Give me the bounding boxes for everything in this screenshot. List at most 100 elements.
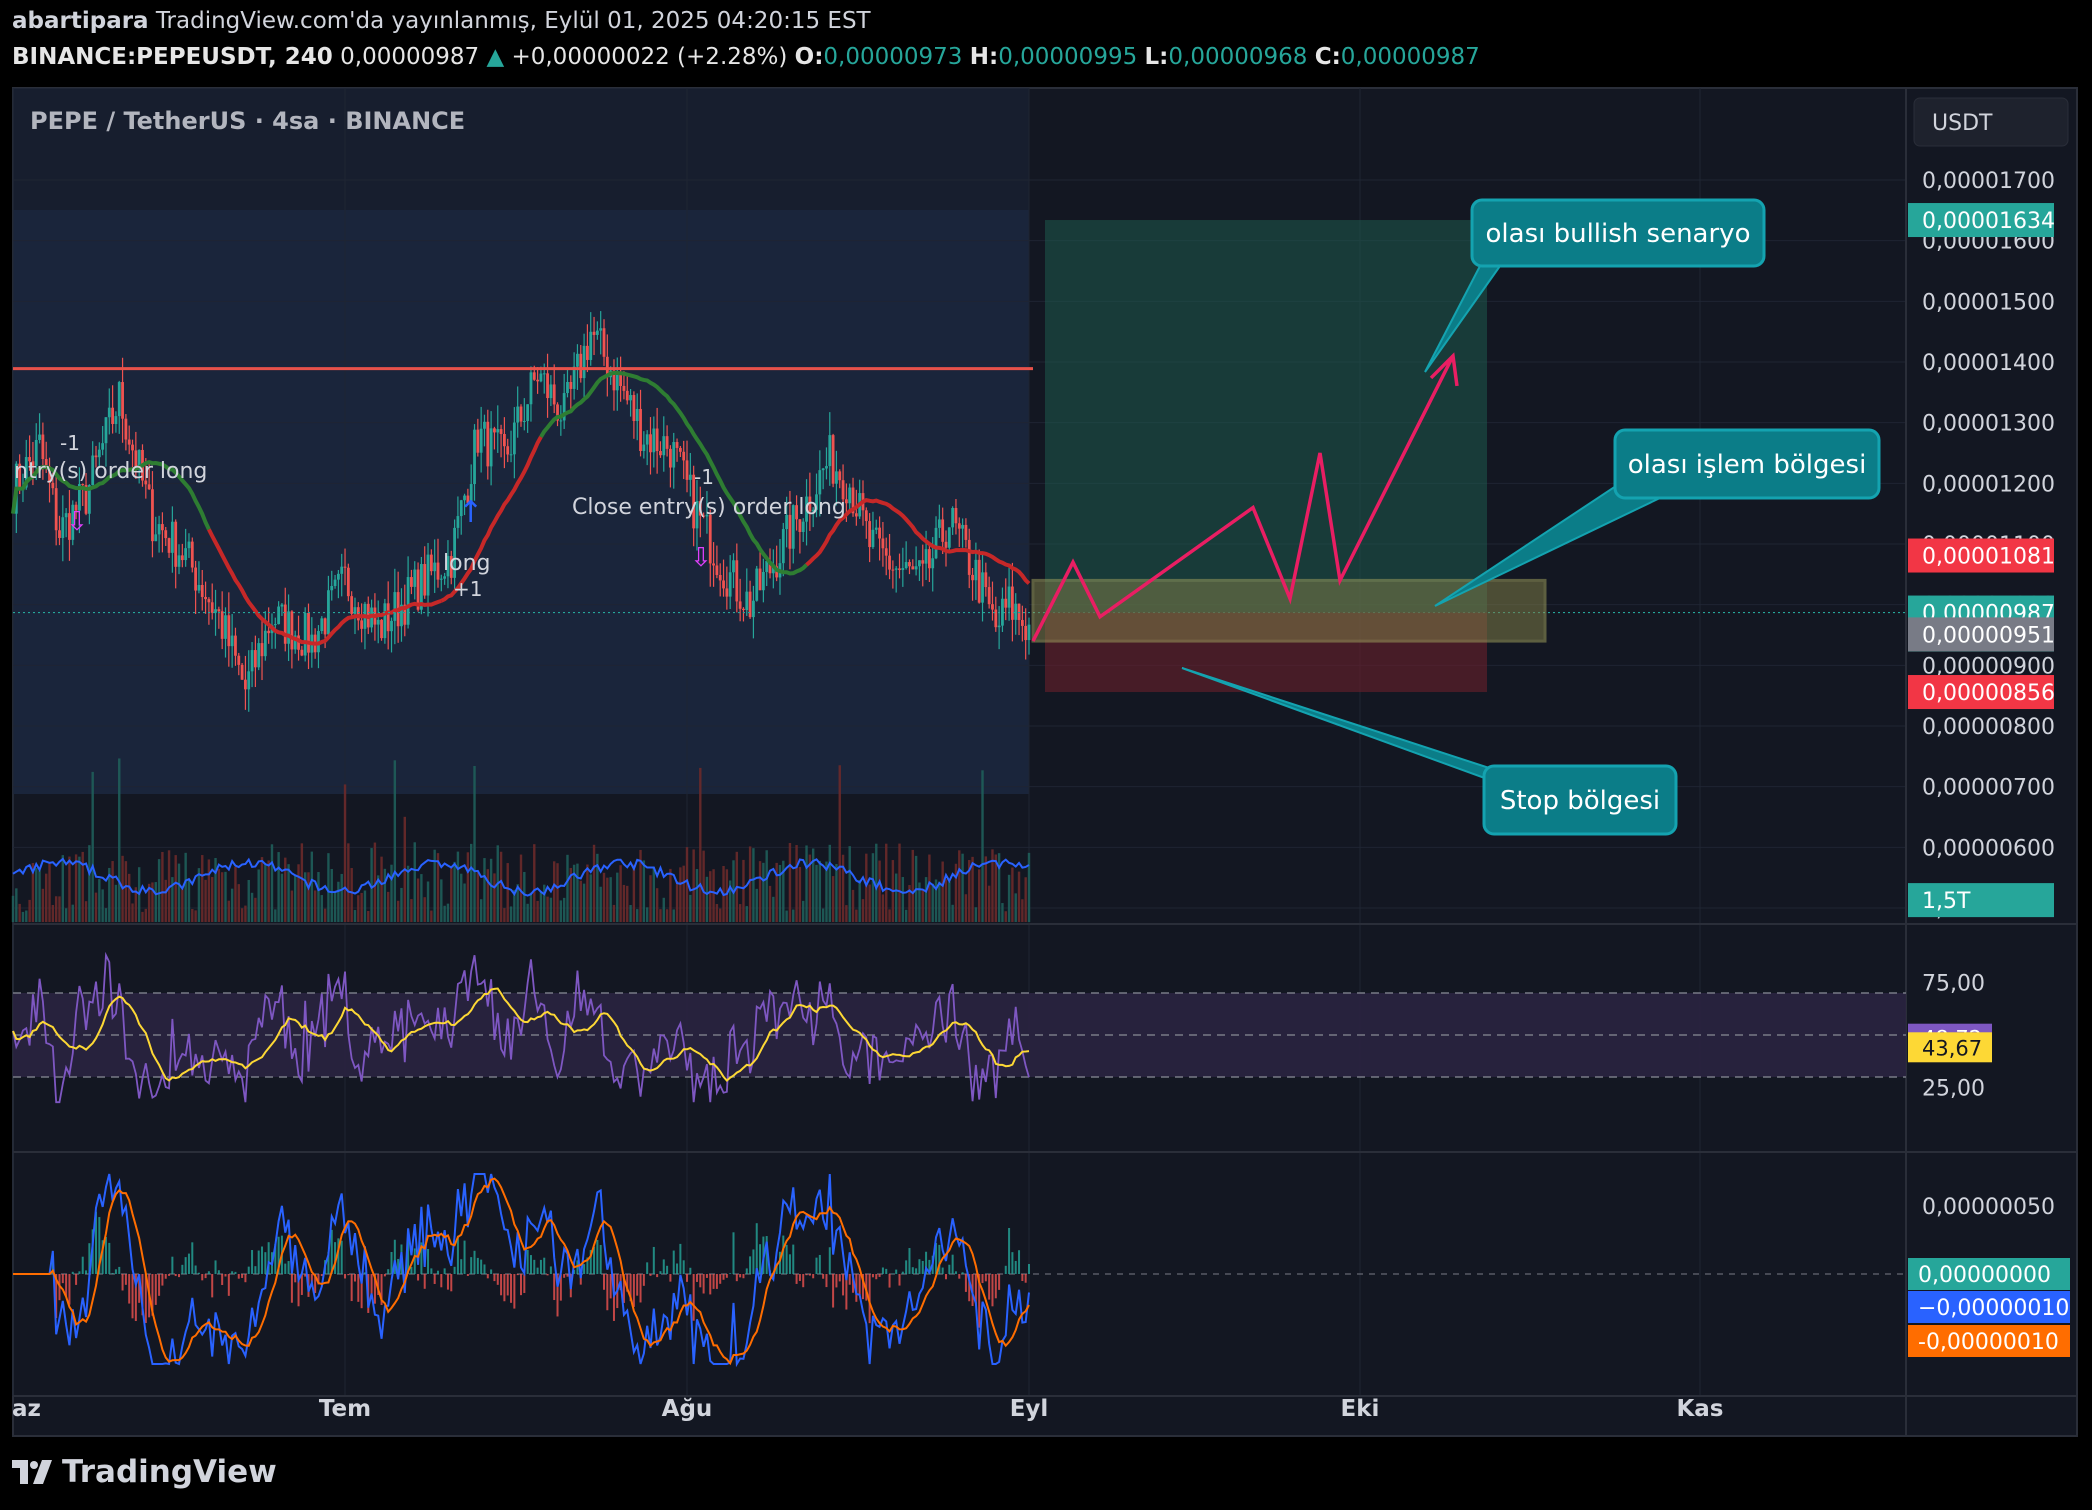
volume-bar [440,879,443,922]
volume-bar [848,846,851,922]
volume-bar [576,863,579,922]
volume-bar [237,884,240,922]
candle-body [207,599,211,603]
macd-histogram-bar [606,1274,609,1311]
candle-body [260,643,264,657]
candle-body [184,548,188,561]
volume-bar [835,864,838,922]
candle-body [476,429,480,453]
volume-bar [815,864,818,922]
candle-body [320,618,324,632]
macd-histogram-bar [104,1236,107,1274]
volume-bar [702,850,705,922]
candle-body [516,406,520,423]
candle-body [1004,598,1008,608]
candle-body [190,541,194,568]
volume-bar [692,849,695,922]
volume-bar [875,843,878,922]
macd-badge-text: −0,00000010 [1918,1296,2069,1321]
candle-body [984,572,988,588]
macd-histogram-bar [241,1274,244,1278]
volume-bar [330,868,333,922]
price-badge-text: 0,00000951 [1922,623,2055,648]
volume-bar [977,869,981,922]
macd-histogram-bar [885,1268,888,1274]
volume-bar [878,860,881,922]
macd-histogram-bar [350,1274,353,1302]
candle-body [632,395,636,422]
candle-body [981,572,984,603]
volume-bar [194,910,197,922]
volume-bar [101,889,104,922]
volume-bar [64,908,68,922]
macd-histogram-bar [984,1274,987,1282]
macd-histogram-bar [124,1274,127,1285]
volume-bar [606,877,609,922]
macd-badge-text: 0,00000000 [1918,1263,2051,1288]
candle-body [506,446,510,455]
macd-histogram-bar [725,1274,728,1278]
candle-body [576,353,579,367]
macd-histogram-bar [702,1274,705,1294]
volume-bar [310,851,314,922]
macd-histogram-bar [828,1247,831,1274]
volume-bar [294,875,297,922]
candle-body [360,620,364,629]
macd-histogram-bar [340,1240,343,1274]
candle-body [532,372,536,380]
volume-bar [562,897,566,922]
volume-bar [755,888,758,922]
macd-histogram-bar [752,1249,755,1274]
candle-body [443,576,447,579]
macd-badge-text: -0,00000010 [1918,1330,2059,1355]
volume-bar [476,872,480,922]
candle-body [413,569,417,587]
candle-body [755,568,759,601]
macd-histogram-bar [483,1264,486,1274]
candle-body [429,554,433,572]
price-badge-text: 0,00001634 [1922,209,2055,234]
macd-histogram-bar [921,1260,924,1274]
volume-bar [523,871,526,922]
candle-body [522,420,526,422]
volume-bar [400,887,403,922]
tradingview-logo[interactable]: TradingView [12,1454,277,1490]
macd-histogram-bar [881,1267,884,1274]
macd-histogram-bar [715,1274,718,1289]
volume-bar [74,854,78,922]
macd-histogram-bar [692,1274,695,1321]
macd-histogram-bar [201,1274,204,1281]
candle-body [131,444,134,451]
macd-histogram-bar [636,1274,639,1296]
macd-histogram-bar [672,1250,675,1274]
candle-body [914,566,918,570]
volume-bar [201,855,204,922]
candle-body [247,671,251,690]
macd-histogram-bar [493,1274,496,1282]
macd-histogram-bar [948,1264,951,1274]
volume-bar [313,890,317,922]
candle-body [964,524,968,540]
volume-bar [390,864,393,922]
volume-bar [592,844,596,922]
volume-bar [380,856,383,922]
volume-bar [187,879,191,922]
volume-bar [284,857,287,922]
candle-body [107,407,111,418]
volume-bar [35,868,38,922]
volume-bar [768,885,772,922]
rsi-ma-text: 43,67 [1922,1036,1982,1060]
candle-body [486,421,490,467]
candle-body [649,434,652,453]
volume-bar [795,845,798,922]
macd-histogram-bar [742,1274,745,1279]
macd-histogram-bar [503,1274,506,1302]
macd-histogram-bar [785,1244,788,1274]
volume-bar [549,897,553,922]
macd-histogram-bar [211,1274,214,1298]
chart-canvas[interactable]: PEPE / TetherUS · 4sa · BINANCE -1 ntry(s… [0,0,2092,1510]
macd-histogram-bar [184,1257,187,1274]
macd-histogram-bar [436,1270,439,1274]
candle-body [655,428,659,452]
volume-bar [1014,893,1017,922]
